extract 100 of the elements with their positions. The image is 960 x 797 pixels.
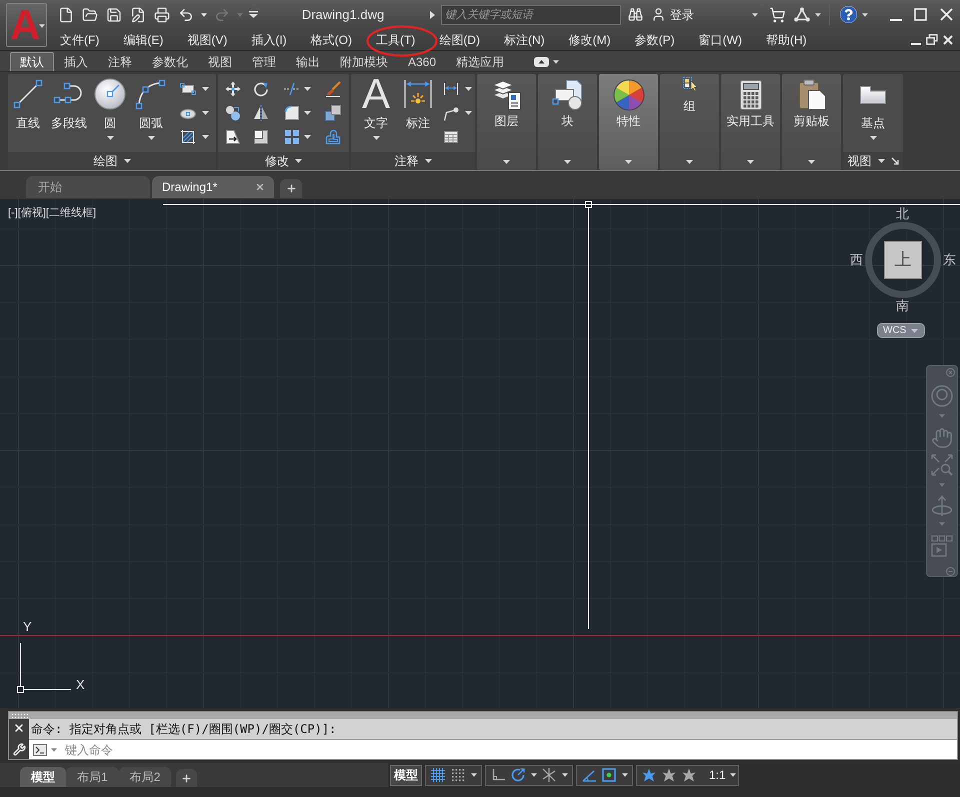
menu-item[interactable]: 格式(O)	[310, 32, 352, 46]
new-layout-button[interactable]	[176, 769, 198, 787]
new-tab-button[interactable]	[280, 179, 302, 198]
panel-title-button[interactable]: 绘图	[94, 152, 130, 170]
caret-icon	[752, 12, 758, 16]
layout-tab[interactable]: 布局1	[66, 767, 119, 787]
ribbon-tab[interactable]: 参数化	[142, 52, 198, 71]
overlapping-squares-icon	[325, 105, 341, 121]
menu-item[interactable]: 绘图(D)	[439, 32, 480, 46]
tab-close-button[interactable]	[255, 182, 265, 192]
ribbon-panel-button[interactable]: 实用工具	[721, 74, 780, 170]
page-arrow-icon	[225, 129, 241, 145]
menu-item[interactable]: 文件(F)	[60, 32, 100, 46]
mirror-triangles-icon	[253, 105, 269, 121]
caret-icon	[304, 111, 311, 115]
ribbon-panel-button[interactable]: 剪贴板	[782, 74, 841, 170]
film-play-icon	[931, 535, 953, 557]
viewcube-face[interactable]: 上	[884, 241, 922, 279]
document-tab[interactable]: 开始	[26, 176, 150, 198]
document-tab[interactable]: Drawing1*	[152, 176, 274, 198]
document-restore-button[interactable]	[926, 34, 938, 46]
caret-icon	[730, 773, 736, 777]
document-close-button[interactable]	[943, 34, 954, 46]
caret-icon	[939, 414, 945, 418]
status-toggle-button[interactable]	[428, 766, 448, 784]
search-field[interactable]: 键入关键字或短语	[441, 4, 621, 24]
table-icon	[443, 129, 459, 145]
caret-icon	[808, 160, 815, 164]
dialog-launcher-button[interactable]	[890, 157, 898, 165]
move-arrows-icon	[225, 81, 241, 97]
menu-item[interactable]: 标注(N)	[504, 32, 545, 46]
caret-icon	[747, 160, 754, 164]
menu-item[interactable]: 修改(M)	[568, 32, 611, 46]
viewport-control[interactable]: [二维线框]	[46, 207, 96, 220]
maximize-button[interactable]	[914, 8, 927, 22]
ribbon-tab[interactable]: 输出	[286, 52, 330, 71]
ribbon-tab[interactable]: 精选应用	[446, 52, 514, 71]
caret-icon	[686, 160, 693, 164]
compass-direction[interactable]: 东	[943, 253, 956, 267]
annotation-scale-button[interactable]: 1:1	[709, 766, 736, 784]
close-icon	[943, 34, 953, 44]
close-button[interactable]	[13, 722, 25, 734]
menu-item[interactable]: 编辑(E)	[123, 32, 164, 46]
caret-icon	[304, 135, 311, 139]
cart-button[interactable]	[769, 6, 786, 24]
drawing-canvas[interactable]: [-][俯视][二维线框] Y X 北 西 上 东 南 WCS	[0, 199, 960, 708]
close-icon	[255, 182, 265, 192]
ribbon-tab[interactable]: A360	[398, 52, 446, 71]
recent-commands-button[interactable]	[33, 742, 57, 758]
caret-icon	[202, 111, 209, 115]
ribbon-tab[interactable]: 注释	[98, 52, 142, 71]
caret-icon	[372, 136, 380, 140]
menu-item[interactable]: 窗口(W)	[698, 32, 742, 46]
ribbon-button[interactable]: 多段线	[49, 74, 89, 152]
ribbon-button[interactable]: 圆弧	[131, 74, 171, 152]
color-wheel-icon	[612, 79, 644, 111]
ribbon-button[interactable]: A 文字	[355, 74, 397, 152]
hatch-icon	[180, 129, 196, 145]
close-icon	[940, 8, 953, 21]
compass-direction[interactable]: 北	[896, 207, 909, 221]
ribbon-panel-button[interactable]: 特性	[599, 74, 658, 170]
compass-direction[interactable]: 西	[850, 253, 863, 267]
viewport-control[interactable]: [-]	[8, 207, 18, 220]
menu-item[interactable]: 插入(I)	[251, 32, 287, 46]
ribbon-tab[interactable]: 插入	[54, 52, 98, 71]
customize-button[interactable]	[12, 743, 26, 756]
caret-icon	[304, 87, 311, 91]
zoom-magnifier-icon	[931, 454, 953, 476]
two-circles-icon	[225, 105, 241, 121]
print-button[interactable]	[152, 4, 172, 24]
ribbon-button[interactable]: 直线	[8, 74, 48, 152]
ribbon-tab[interactable]: 默认	[10, 52, 54, 71]
panel-display-button[interactable]	[534, 56, 560, 68]
sign-in-button[interactable]: 登录	[651, 6, 694, 24]
menu-item[interactable]: 帮助(H)	[766, 32, 807, 46]
compass-direction[interactable]: 南	[896, 299, 909, 313]
viewport-control[interactable]: [俯视]	[18, 207, 46, 220]
four-squares-icon	[284, 129, 300, 145]
connect-menu-button[interactable]	[794, 6, 821, 24]
dashed-line-icon	[284, 81, 300, 97]
caret-icon	[530, 773, 536, 777]
layout-tab[interactable]: 布局2	[118, 767, 172, 787]
ribbon-panel-button[interactable]: 图层	[477, 74, 536, 170]
help-button[interactable]	[840, 6, 868, 24]
ribbon-tab[interactable]: 附加模块	[330, 52, 398, 71]
layout-tab[interactable]: 模型	[20, 767, 66, 787]
model-space-button[interactable]: 模型	[390, 764, 422, 786]
status-toggle-button[interactable]	[599, 766, 619, 784]
shopping-cart-icon	[769, 6, 786, 22]
ribbon-tab[interactable]: 视图	[198, 52, 242, 71]
ribbon-button[interactable]: 基点	[851, 74, 895, 152]
ribbon-tab[interactable]: 管理	[242, 52, 286, 71]
search-button[interactable]	[627, 6, 643, 22]
ribbon-button[interactable]: 圆	[90, 74, 130, 152]
highlight-ellipse	[366, 25, 438, 57]
ribbon-panel-button[interactable]: 块	[538, 74, 597, 170]
ribbon-button[interactable]: 标注	[397, 74, 439, 152]
menu-item[interactable]: 视图(V)	[187, 32, 228, 46]
ribbon-panel-button[interactable]: 组	[660, 74, 719, 170]
menu-item[interactable]: 参数(P)	[634, 32, 675, 46]
